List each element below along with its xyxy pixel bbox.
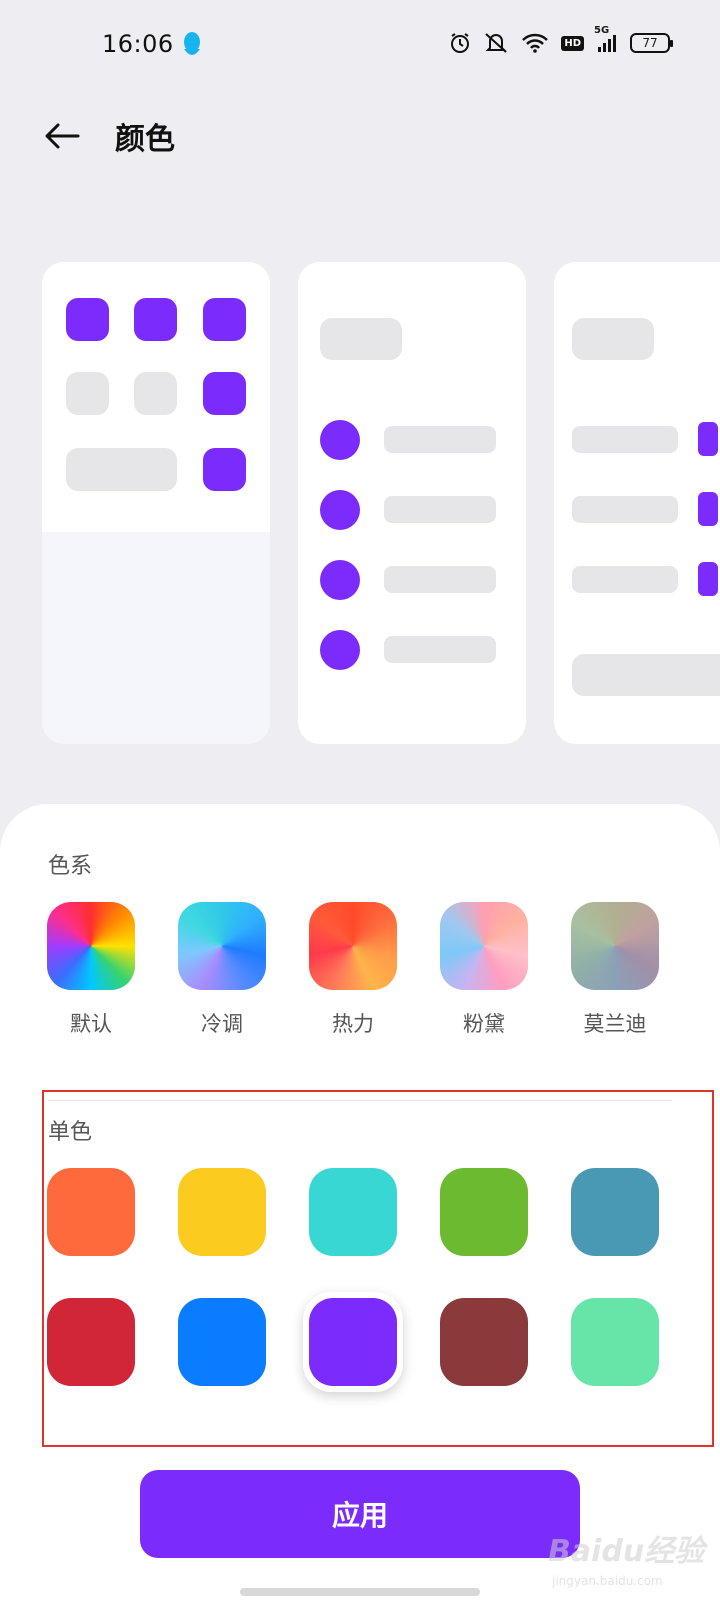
solid-color-swatch[interactable] xyxy=(571,1168,659,1256)
palette-label: 冷调 xyxy=(201,1012,243,1036)
preview-title-bar xyxy=(320,318,402,360)
battery-icon: 77 xyxy=(630,33,673,53)
preview-dot xyxy=(320,490,360,530)
apply-button[interactable]: 应用 xyxy=(140,1470,580,1558)
preview-app-icon xyxy=(203,372,246,415)
palette-default[interactable]: 默认 xyxy=(41,902,141,1038)
baidu-watermark: Baidu经验 jingyan.baidu.com xyxy=(548,1516,718,1596)
header: 颜色 xyxy=(0,100,720,170)
palette-warm[interactable]: 热力 xyxy=(303,902,403,1038)
solid-color-swatch[interactable] xyxy=(47,1168,135,1256)
preview-app-icon xyxy=(66,372,109,415)
network-type: 5G xyxy=(594,25,610,36)
preview-app-icon xyxy=(203,298,246,341)
annotation-highlight-box xyxy=(42,1090,714,1447)
home-indicator[interactable] xyxy=(240,1588,480,1596)
palette-label: 默认 xyxy=(70,1012,112,1036)
palette-swatch-cool xyxy=(178,902,266,990)
preview-card-home[interactable] xyxy=(42,262,270,744)
solid-color-swatch[interactable] xyxy=(440,1298,528,1386)
signal-icon: 5G xyxy=(594,25,618,53)
palette-label: 热力 xyxy=(332,1012,374,1036)
preview-line xyxy=(384,426,496,453)
preview-line xyxy=(384,566,496,593)
preview-dot xyxy=(320,560,360,600)
preview-card-settings[interactable] xyxy=(554,262,720,744)
solid-color-swatch[interactable] xyxy=(309,1298,397,1386)
back-button[interactable] xyxy=(40,114,84,158)
palette-label: 莫兰迪 xyxy=(583,1012,647,1036)
solid-color-swatch[interactable] xyxy=(47,1298,135,1386)
preview-widget xyxy=(572,654,720,696)
preview-title-bar xyxy=(572,318,654,360)
preview-toggle xyxy=(698,492,718,526)
palette-swatch-warm xyxy=(309,902,397,990)
preview-line xyxy=(384,496,496,523)
solid-color-swatch[interactable] xyxy=(178,1168,266,1256)
preview-card-list[interactable] xyxy=(298,262,526,744)
preview-line xyxy=(572,426,678,453)
palette-label: 粉黛 xyxy=(463,1012,505,1036)
back-arrow-icon xyxy=(45,123,80,149)
solid-color-swatch[interactable] xyxy=(178,1298,266,1386)
solid-color-swatch[interactable] xyxy=(309,1168,397,1256)
solid-section-label: 单色 xyxy=(48,1120,93,1145)
preview-dot xyxy=(320,420,360,460)
preview-app-icon xyxy=(203,448,246,491)
palette-pink[interactable]: 粉黛 xyxy=(434,902,534,1038)
status-bar: 16:06 HD 5G 77 xyxy=(0,0,720,92)
palette-morandi[interactable]: 莫兰迪 xyxy=(565,902,665,1038)
status-icons: HD 5G 77 xyxy=(449,25,673,54)
preview-line xyxy=(384,636,496,663)
solid-color-swatch[interactable] xyxy=(571,1298,659,1386)
preview-line xyxy=(572,566,678,593)
battery-level: 77 xyxy=(642,36,658,50)
palette-swatch-default xyxy=(47,902,135,990)
watermark-sub: jingyan.baidu.com xyxy=(552,1574,663,1588)
preview-toggle xyxy=(698,562,718,596)
preview-card-lower xyxy=(42,532,270,744)
alarm-icon xyxy=(449,32,471,54)
wifi-icon xyxy=(521,33,549,53)
palette-swatch-morandi xyxy=(571,902,659,990)
preview-line xyxy=(572,496,678,523)
preview-app-icon xyxy=(66,298,109,341)
solid-color-swatch[interactable] xyxy=(440,1168,528,1256)
preview-app-icon xyxy=(134,372,177,415)
status-time: 16:06 xyxy=(102,30,174,58)
mute-vibrate-icon xyxy=(483,32,509,54)
preview-dot xyxy=(320,630,360,670)
qq-icon xyxy=(184,32,200,55)
palette-cool[interactable]: 冷调 xyxy=(172,902,272,1038)
preview-widget xyxy=(66,448,177,491)
palette-swatch-pink xyxy=(440,902,528,990)
hd-badge: HD xyxy=(561,35,584,51)
page-title: 颜色 xyxy=(115,122,175,157)
palette-section-label: 色系 xyxy=(48,854,93,879)
preview-toggle xyxy=(698,422,718,456)
watermark-text: Baidu经验 xyxy=(548,1534,705,1569)
preview-app-icon xyxy=(134,298,177,341)
